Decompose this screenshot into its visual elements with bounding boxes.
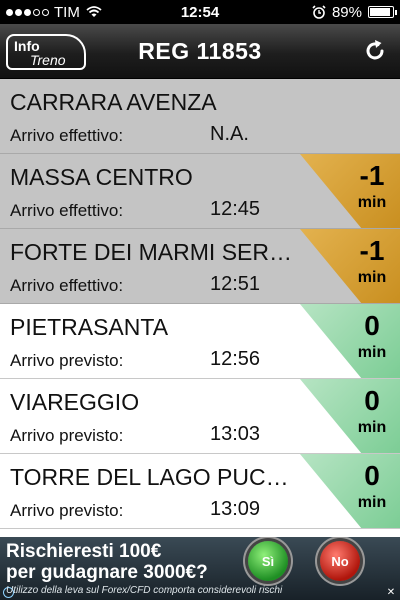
- arrival-time: N.A.: [210, 123, 249, 145]
- arrival-label: Arrivo effettivo:: [10, 126, 124, 145]
- stop-row[interactable]: CARRARA AVENZA Arrivo effettivo: N.A.: [0, 79, 400, 154]
- delay-badge: 0 min: [300, 454, 400, 528]
- ad-banner[interactable]: Rischieresti 100€ per gudagnare 3000€? U…: [0, 537, 400, 600]
- delay-unit: min: [357, 419, 387, 436]
- delay-value: 0: [364, 460, 380, 491]
- ad-yes-button[interactable]: Sì: [248, 541, 288, 581]
- delay-unit: min: [357, 344, 387, 361]
- stop-row[interactable]: VIAREGGIO Arrivo previsto: 13:03 0 min: [0, 379, 400, 454]
- carrier-name: TIM: [54, 3, 80, 21]
- delay-unit: min: [357, 269, 387, 286]
- ad-headline: Rischieresti 100€: [6, 541, 162, 562]
- infotreno-logo[interactable]: Info Treno: [6, 34, 86, 70]
- stop-row[interactable]: [0, 529, 400, 537]
- arrival-label: Arrivo previsto:: [10, 426, 124, 445]
- navigation-bar: Info Treno REG 11853: [0, 24, 400, 79]
- station-name: FORTE DEI MARMI SER…: [10, 239, 292, 265]
- signal-strength-icon: [6, 8, 49, 16]
- delay-badge: 0 min: [300, 304, 400, 378]
- station-name: VIAREGGIO: [10, 389, 140, 415]
- stop-row[interactable]: PIETRASANTA Arrivo previsto: 12:56 0 min: [0, 304, 400, 379]
- delay-unit: min: [357, 494, 387, 511]
- arrival-time: 13:09: [210, 498, 261, 520]
- ad-no-button[interactable]: No: [320, 541, 360, 581]
- refresh-icon[interactable]: [362, 38, 388, 64]
- delay-unit: min: [357, 194, 387, 211]
- ad-disclaimer: Utilizzo della leva sul Forex/CFD compor…: [6, 585, 283, 596]
- arrival-time: 13:03: [210, 423, 261, 445]
- stop-row[interactable]: TORRE DEL LAGO PUC… Arrivo previsto: 13:09…: [0, 454, 400, 529]
- arrival-time: 12:45: [210, 198, 261, 220]
- page-title: REG 11853: [138, 37, 262, 64]
- station-name: CARRARA AVENZA: [10, 89, 217, 115]
- arrival-label: Arrivo previsto:: [10, 351, 124, 370]
- arrival-label: Arrivo previsto:: [10, 501, 124, 520]
- logo-line2: Treno: [30, 52, 66, 68]
- delay-value: -1: [359, 235, 385, 266]
- arrival-label: Arrivo effettivo:: [10, 201, 124, 220]
- alarm-icon: [312, 5, 326, 19]
- delay-value: 0: [364, 385, 380, 416]
- delay-badge: -1 min: [300, 154, 400, 228]
- delay-badge: -1 min: [300, 229, 400, 303]
- station-name: TORRE DEL LAGO PUC…: [10, 464, 289, 490]
- delay-value: 0: [364, 310, 380, 341]
- arrival-time: 12:51: [210, 273, 261, 295]
- delay-value: -1: [359, 160, 385, 191]
- arrival-label: Arrivo effettivo:: [10, 276, 124, 295]
- wifi-icon: [86, 6, 102, 17]
- status-bar: TIM 12:54 89%: [0, 0, 400, 24]
- battery-icon: [368, 6, 397, 18]
- station-name: MASSA CENTRO: [10, 164, 193, 190]
- station-name: PIETRASANTA: [10, 314, 169, 340]
- ad-subheadline: per gudagnare 3000€?: [6, 562, 208, 583]
- arrival-time: 12:56: [210, 348, 261, 370]
- close-icon[interactable]: ✕: [386, 588, 396, 598]
- stop-row[interactable]: FORTE DEI MARMI SER… Arrivo effettivo: 12:…: [0, 229, 400, 304]
- stop-row[interactable]: MASSA CENTRO Arrivo effettivo: 12:45 -1 min: [0, 154, 400, 229]
- stop-list[interactable]: CARRARA AVENZA Arrivo effettivo: N.A. MASSA…: [0, 79, 400, 537]
- delay-badge: 0 min: [300, 379, 400, 453]
- battery-percent: 89%: [331, 3, 362, 21]
